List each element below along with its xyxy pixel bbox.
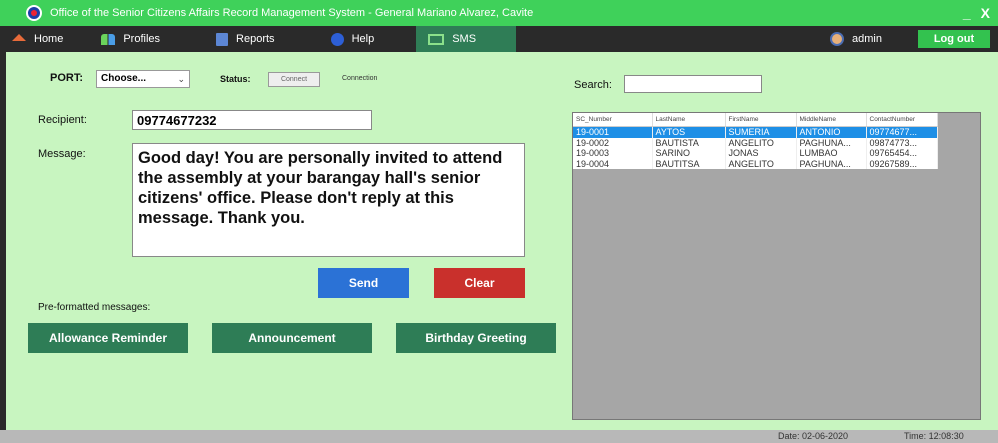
table-cell: JONAS [725, 148, 797, 159]
table-cell: 19-0004 [573, 158, 653, 169]
menu-profiles-label: Profiles [123, 33, 161, 45]
app-logo-icon [26, 5, 42, 21]
menu-profiles[interactable]: Profiles [89, 26, 172, 52]
column-header[interactable]: MiddleName [796, 113, 867, 127]
records-grid[interactable]: SC_Number LastName FirstName MiddleName … [572, 112, 981, 420]
table-cell: PAGHUNA... [796, 137, 867, 148]
column-header[interactable]: LastName [652, 113, 726, 127]
search-label: Search: [574, 79, 612, 91]
recipient-input[interactable]: 09774677232 [132, 110, 372, 130]
table-cell: LUMBAO [796, 148, 867, 159]
table-cell: SUMERIA [725, 126, 797, 138]
menu-bar: Home Profiles Reports Help SMS admin Log… [0, 26, 998, 52]
sms-icon [428, 33, 445, 45]
chevron-down-icon: ⌄ [177, 74, 185, 84]
table-row[interactable]: 19-0003 SARINO JONAS LUMBAO 09765454... [573, 148, 938, 159]
table-cell: 09765454... [866, 148, 938, 159]
user-menu[interactable]: admin [818, 26, 894, 52]
window-title: Office of the Senior Citizens Affairs Re… [50, 7, 534, 19]
close-button[interactable]: X [981, 5, 990, 21]
table-header-row: SC_Number LastName FirstName MiddleName … [573, 113, 938, 127]
title-bar: Office of the Senior Citizens Affairs Re… [0, 0, 998, 26]
port-select-value: Choose... [101, 73, 147, 84]
reports-icon [216, 32, 229, 46]
column-header[interactable]: FirstName [725, 113, 797, 127]
search-input[interactable] [624, 75, 762, 93]
time-readout: Time: 12:08:30 [904, 431, 964, 441]
table-cell: 09774677... [866, 126, 938, 138]
table-cell: AYTOS [652, 126, 726, 138]
table-cell: BAUTISTA [652, 137, 726, 148]
birthday-greeting-button[interactable]: Birthday Greeting [396, 323, 556, 353]
column-header[interactable]: ContactNumber [866, 113, 938, 127]
announcement-button[interactable]: Announcement [212, 323, 372, 353]
clear-button[interactable]: Clear [434, 268, 525, 298]
menu-reports[interactable]: Reports [204, 26, 287, 52]
port-label: PORT: [50, 72, 83, 84]
allowance-reminder-button[interactable]: Allowance Reminder [28, 323, 188, 353]
menu-home[interactable]: Home [0, 26, 75, 52]
table-cell: 19-0002 [573, 137, 653, 148]
menu-help-label: Help [351, 33, 375, 45]
send-button[interactable]: Send [318, 268, 409, 298]
table-cell: 09874773... [866, 137, 938, 148]
date-readout: Date: 02-06-2020 [778, 431, 849, 441]
help-icon [330, 32, 344, 46]
port-select[interactable]: Choose... ⌄ [96, 70, 190, 88]
records-table: SC_Number LastName FirstName MiddleName … [573, 113, 938, 169]
table-cell: ANTONIO [796, 126, 867, 138]
menu-sms-label: SMS [452, 33, 477, 45]
table-cell: 09267589... [866, 158, 938, 169]
connect-button[interactable]: Connect [268, 72, 320, 87]
table-cell: ANGELITO [725, 158, 797, 169]
table-cell: PAGHUNA... [796, 158, 867, 169]
table-cell: BAUTITSA [652, 158, 726, 169]
username-label: admin [852, 33, 882, 45]
table-cell: 19-0001 [573, 126, 653, 138]
minimize-button[interactable]: _ [963, 5, 971, 21]
table-cell: 19-0003 [573, 148, 653, 159]
logout-button[interactable]: Log out [918, 30, 990, 48]
recipient-label: Recipient: [38, 114, 87, 126]
message-textarea[interactable]: Good day! You are personally invited to … [132, 143, 525, 257]
message-label: Message: [38, 148, 86, 160]
connection-label: Connection [342, 75, 378, 82]
table-cell: ANGELITO [725, 137, 797, 148]
menu-home-label: Home [34, 33, 64, 45]
menu-help[interactable]: Help [319, 26, 387, 52]
app-window: Office of the Senior Citizens Affairs Re… [0, 0, 998, 443]
menu-sms[interactable]: SMS [416, 26, 517, 52]
left-edge-strip [0, 52, 6, 443]
status-bar: Date: 02-06-2020 Time: 12:08:30 [0, 430, 998, 443]
table-row[interactable]: 19-0002 BAUTISTA ANGELITO PAGHUNA... 098… [573, 137, 938, 148]
table-cell: SARINO [652, 148, 726, 159]
home-icon [12, 33, 26, 41]
user-avatar-icon [830, 32, 844, 46]
table-row[interactable]: 19-0001 AYTOS SUMERIA ANTONIO 09774677..… [573, 126, 938, 138]
profiles-icon [101, 33, 116, 45]
table-row[interactable]: 19-0004 BAUTITSA ANGELITO PAGHUNA... 092… [573, 158, 938, 169]
menu-reports-label: Reports [236, 33, 275, 45]
preformatted-label: Pre-formatted messages: [38, 302, 151, 313]
status-label: Status: [220, 74, 251, 84]
column-header[interactable]: SC_Number [573, 113, 653, 127]
